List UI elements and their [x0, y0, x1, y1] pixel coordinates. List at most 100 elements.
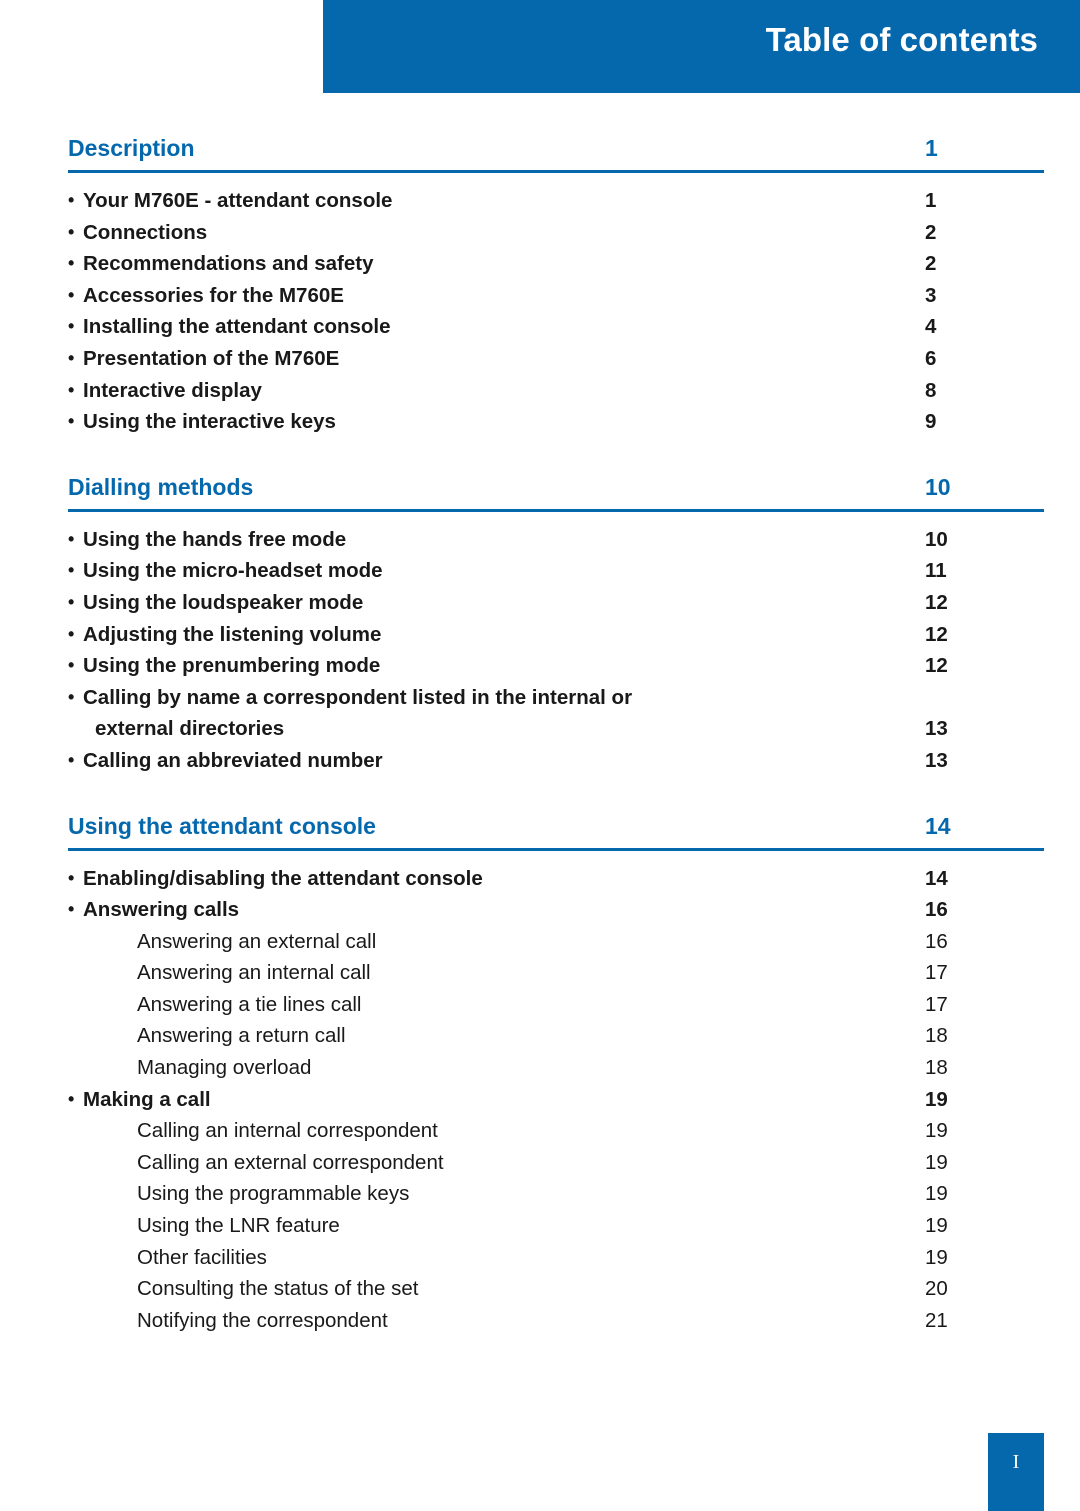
toc-entry[interactable]: Answering a return call 18: [68, 1022, 1044, 1054]
toc-entry[interactable]: Recommendations and safety 2: [68, 250, 1044, 282]
toc-entry[interactable]: Interactive display 8: [68, 377, 1044, 409]
toc-entry[interactable]: Notifying the correspondent 21: [68, 1307, 1044, 1339]
toc-entry-label: Consulting the status of the set: [137, 1277, 419, 1301]
toc-entry[interactable]: Using the programmable keys 19: [68, 1180, 1044, 1212]
toc-entry-page-number: 9: [925, 410, 937, 434]
toc-entry-label: Calling an internal correspondent: [137, 1119, 438, 1143]
toc-entry-label: Answering a return call: [137, 1024, 346, 1048]
toc-entry[interactable]: Answering an external call 16: [68, 928, 1044, 960]
section-title: Description: [68, 135, 195, 161]
section-heading[interactable]: Using the attendant console 14: [68, 812, 1044, 846]
toc-entry-label: Connections: [68, 219, 207, 246]
section-heading[interactable]: Description 1: [68, 134, 1044, 168]
toc-entry[interactable]: Using the LNR feature 19: [68, 1212, 1044, 1244]
toc-entry-label: Answering an internal call: [137, 961, 371, 985]
section-divider: [68, 508, 1044, 512]
toc-entry-label: Calling by name a correspondent listed i…: [68, 684, 632, 711]
toc-entry-page-number: 18: [925, 1024, 948, 1048]
toc-entry-page-number: 12: [925, 654, 948, 678]
toc-entry-page-number: 4: [925, 315, 937, 339]
section-entry-list: Using the hands free mode 10 Using the mic…: [68, 526, 1044, 779]
toc-entry-label: Using the prenumbering mode: [68, 652, 380, 679]
section-title: Using the attendant console: [68, 812, 376, 839]
toc-entry-page-number: 3: [925, 283, 937, 307]
toc-entry-label: Using the loudspeaker mode: [68, 589, 363, 616]
toc-entry-page-number: 16: [925, 929, 948, 953]
toc-entry[interactable]: Using the micro-headset mode 11: [68, 557, 1044, 589]
toc-entry-label: Notifying the correspondent: [137, 1308, 388, 1332]
toc-entry[interactable]: Installing the attendant console 4: [68, 313, 1044, 345]
toc-entry-label: Other facilities: [137, 1245, 267, 1269]
toc-entry-label: Using the LNR feature: [137, 1214, 340, 1238]
toc-entry[interactable]: Answering a tie lines call 17: [68, 991, 1044, 1023]
table-of-contents: Description1Your M760E - attendant conso…: [68, 134, 1044, 1338]
toc-entry-page-number: 11: [925, 559, 947, 583]
toc-entry-label: Answering calls: [68, 896, 239, 923]
toc-entry[interactable]: Adjusting the listening volume 12: [68, 621, 1044, 653]
toc-entry[interactable]: Answering calls 16: [68, 896, 1044, 928]
toc-entry-label: Answering an external call: [137, 929, 377, 953]
toc-entry[interactable]: Using the loudspeaker mode 12: [68, 589, 1044, 621]
toc-entry-label: Enabling/disabling the attendant console: [68, 865, 483, 892]
toc-entry-page-number: 10: [925, 527, 948, 551]
toc-entry[interactable]: Other facilities 19: [68, 1244, 1044, 1276]
toc-entry-label: Adjusting the listening volume: [68, 621, 381, 648]
toc-entry-page-number: 6: [925, 346, 937, 370]
toc-entry-page-number: 13: [925, 717, 948, 741]
toc-entry[interactable]: Answering an internal call 17: [68, 959, 1044, 991]
section-divider: [68, 170, 1044, 173]
toc-entry[interactable]: Calling an abbreviated number 13: [68, 747, 1044, 779]
toc-entry[interactable]: Calling an internal correspondent 19: [68, 1117, 1044, 1149]
toc-entry[interactable]: Calling an external correspondent 19: [68, 1149, 1044, 1181]
section-heading[interactable]: Dialling methods 10: [68, 473, 1044, 507]
toc-entry[interactable]: Managing overload 18: [68, 1054, 1044, 1086]
toc-entry-page-number: 19: [925, 1214, 948, 1238]
footer-page-number: I: [1012, 1451, 1020, 1473]
toc-section: Dialling methods10 Using the hands free m…: [68, 473, 1044, 779]
toc-entry-page-number: 13: [925, 748, 948, 772]
toc-entry-page-number: 19: [925, 1182, 948, 1206]
toc-entry-label: external directories: [95, 717, 285, 741]
toc-entry-page-number: 19: [925, 1245, 948, 1269]
toc-entry[interactable]: external directories 13: [68, 715, 1044, 747]
toc-entry[interactable]: Enabling/disabling the attendant console…: [68, 865, 1044, 897]
page-header-bar: Table of contents: [323, 0, 1080, 93]
toc-entry-label: Managing overload: [137, 1056, 312, 1080]
toc-entry-label: Presentation of the M760E: [68, 345, 339, 372]
toc-section: Description1Your M760E - attendant conso…: [68, 134, 1044, 440]
toc-entry-page-number: 1: [925, 189, 937, 212]
toc-entry-label: Interactive display: [68, 377, 262, 404]
toc-entry-page-number: 19: [925, 1119, 948, 1143]
toc-entry[interactable]: Using the interactive keys 9: [68, 408, 1044, 440]
toc-entry[interactable]: Using the prenumbering mode 12: [68, 652, 1044, 684]
section-page-number: 10: [925, 473, 951, 500]
toc-entry-label: Calling an external correspondent: [137, 1150, 444, 1174]
section-divider: [68, 847, 1044, 851]
footer-page-marker: I: [988, 1433, 1044, 1511]
toc-entry[interactable]: Using the hands free mode 10: [68, 526, 1044, 558]
toc-entry[interactable]: Calling by name a correspondent listed i…: [68, 684, 1044, 716]
toc-entry-label: Using the interactive keys: [68, 408, 336, 435]
toc-entry-label: Using the programmable keys: [137, 1182, 410, 1206]
toc-entry-label: Recommendations and safety: [68, 250, 374, 277]
toc-entry[interactable]: Connections 2: [68, 219, 1044, 251]
page-title: Table of contents: [765, 21, 1038, 58]
toc-entry[interactable]: Making a call 19: [68, 1086, 1044, 1118]
toc-entry[interactable]: Your M760E - attendant console 1: [68, 187, 1044, 219]
toc-entry-page-number: 19: [925, 1150, 948, 1174]
toc-entry-page-number: 19: [925, 1087, 948, 1111]
toc-entry-page-number: 2: [925, 220, 937, 244]
toc-entry[interactable]: Presentation of the M760E 6: [68, 345, 1044, 377]
toc-entry-page-number: 17: [925, 961, 948, 985]
toc-entry-page-number: 2: [925, 252, 937, 276]
toc-entry[interactable]: Consulting the status of the set 20: [68, 1275, 1044, 1307]
toc-entry-page-number: 21: [925, 1308, 948, 1332]
toc-entry-page-number: 12: [925, 590, 948, 614]
toc-entry-label: Installing the attendant console: [68, 313, 391, 340]
toc-entry-page-number: 8: [925, 378, 937, 402]
toc-entry[interactable]: Accessories for the M760E 3: [68, 282, 1044, 314]
section-entry-list: Your M760E - attendant console 1 Connectio…: [68, 187, 1044, 440]
toc-entry-label: Accessories for the M760E: [68, 282, 344, 309]
